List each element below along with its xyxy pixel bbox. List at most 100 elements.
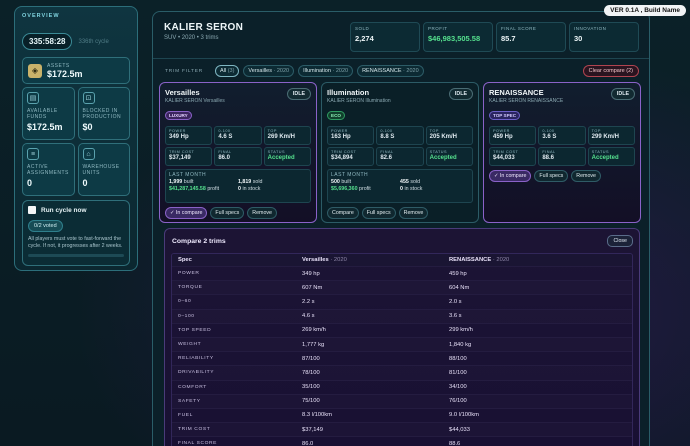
filter-chip-illumination[interactable]: Illumination · 2020 (298, 65, 354, 77)
chip-label: Illumination (303, 68, 331, 74)
trim-b-year: · 2020 (492, 257, 510, 263)
row-trim-b: 299 km/h (449, 327, 473, 334)
spec-0-100: 0-100 4.6 S (214, 126, 262, 145)
trim-badge: LUXURY (165, 111, 192, 120)
compare-panel: Compare 2 trims Close Spec Versailles · … (164, 228, 640, 446)
spec-status: STATUS Accepted (425, 147, 473, 166)
spec-value: $44,033 (493, 155, 515, 161)
run-cycle-checkbox[interactable] (28, 206, 36, 214)
table-header: Spec Versailles · 2020 RENAISSANCE · 202… (172, 254, 632, 267)
spec-label: FINAL (218, 150, 232, 154)
stat-value: 85.7 (501, 34, 516, 43)
chip-count: · 2020 (403, 68, 419, 74)
spec-label: STATUS (429, 150, 448, 154)
trim-a-name: Versailles (302, 257, 329, 263)
row-spec: 0–60 (178, 299, 192, 305)
trim-subtitle: KALIER SERON Versailles (165, 98, 225, 104)
filter-chip-versailles[interactable]: Versailles · 2020 (243, 65, 295, 77)
tile-value: $0 (82, 122, 93, 132)
chip-count: · 2020 (332, 68, 349, 74)
row-trim-a: 4.6 s (302, 313, 315, 320)
tile-label: PRODUCTION (82, 114, 122, 120)
col-trim-b: RENAISSANCE · 2020 (449, 257, 632, 263)
spec-0-100: 0-100 3.6 S (538, 126, 586, 145)
full-specs-button[interactable]: Full specs (361, 207, 396, 219)
status-badge: IDLE (610, 88, 635, 100)
run-cycle-label[interactable]: Run cycle now (41, 207, 87, 214)
full-specs-button[interactable]: Full specs (210, 207, 245, 219)
model-panel: KALIER SERON SUV • 2020 • 3 trims SOLD 2… (152, 11, 650, 446)
row-trim-b: 88/100 (449, 355, 467, 362)
clear-compare-button[interactable]: Clear compare (2) (582, 65, 639, 77)
stat-innovation: INNOVATION 30 (569, 22, 639, 52)
in-compare-button[interactable]: ✓ In compare (489, 170, 532, 182)
row-trim-a: 35/100 (302, 384, 320, 391)
sold-value: 1,819 (238, 179, 252, 185)
trim-card-illumination[interactable]: Illumination KALIER SERON Illumination E… (321, 82, 479, 223)
last-month-box: LAST MONTH 500 built 455 sold $5,696,360… (327, 169, 473, 203)
built-value: 500 (331, 179, 340, 185)
spec-value: Accepted (591, 155, 619, 161)
stock-label: in stock (404, 186, 423, 192)
spec-value: 299 Km/H (591, 134, 620, 140)
remove-button[interactable]: Remove (571, 170, 601, 182)
trim-name: Versailles (165, 88, 200, 97)
spec-label: POWER (169, 129, 186, 133)
assets-value: $172.5m (47, 68, 83, 79)
tile-value: $172.5m (27, 122, 63, 132)
spec-value: 3.6 S (542, 134, 557, 140)
row-trim-a: 2.2 s (302, 298, 315, 305)
remove-button[interactable]: Remove (398, 207, 429, 219)
spec-label: TRIM COST (331, 150, 357, 154)
stock-line: 0 in stock (238, 186, 307, 193)
profit-label: profit (207, 186, 220, 192)
stock-label: in stock (242, 186, 261, 192)
tile-blocked-production: ⊡ BLOCKED IN PRODUCTION $0 (77, 87, 130, 140)
row-trim-a: 75/100 (302, 398, 320, 405)
spec-value: 82.6 (380, 155, 393, 161)
stat-label: SOLD (355, 26, 370, 31)
spec-power: POWER 349 Hp (165, 126, 213, 145)
filter-chip-renaissance[interactable]: RENAISSANCE · 2020 (357, 65, 424, 77)
last-month-label: LAST MONTH (331, 172, 369, 178)
spec-value: 459 Hp (493, 134, 513, 140)
col-trim-a: Versailles · 2020 (302, 257, 449, 263)
row-trim-b: 2.0 s (449, 298, 462, 305)
stat-sold: SOLD 2,274 (350, 22, 420, 52)
filter-chip-all[interactable]: All (3) (215, 65, 240, 77)
table-row: 0–60 2.2 s 2.0 s (172, 295, 632, 310)
chip-label: RENAISSANCE (362, 68, 402, 74)
spec-label: STATUS (267, 150, 286, 154)
remove-button[interactable]: Remove (247, 207, 277, 219)
spec-value: 205 Km/H (429, 134, 458, 140)
spec-label: TOP (267, 129, 277, 133)
trim-card-versailles[interactable]: Versailles KALIER SERON Versailles LUXUR… (159, 82, 317, 223)
spec-status: STATUS Accepted (263, 147, 311, 166)
trim-card-renaissance[interactable]: RENAISSANCE KALIER SERON RENAISSANCE TOP… (483, 82, 641, 223)
spec-top: TOP 299 Km/H (587, 126, 635, 145)
close-compare-button[interactable]: Close (607, 235, 633, 247)
spec-trim-cost: TRIM COST $34,894 (327, 147, 375, 166)
clipboard-icon: ≡ (27, 148, 39, 160)
chip-count: (3) (227, 68, 235, 74)
spec-label: 0-100 (218, 129, 231, 133)
chip-count: · 2020 (273, 68, 290, 74)
compare-button[interactable]: Compare (327, 207, 359, 219)
spec-label: TOP (429, 129, 439, 133)
trim-subtitle: KALIER SERON Illumination (327, 98, 391, 104)
sold-line: 1,819 sold (238, 179, 307, 186)
last-month-label: LAST MONTH (169, 172, 207, 178)
spec-label: 0-100 (380, 129, 393, 133)
sold-label: sold (410, 179, 421, 185)
in-compare-button[interactable]: ✓ In compare (165, 207, 208, 219)
model-subtitle: SUV • 2020 • 3 trims (164, 35, 219, 41)
table-row: 0–100 4.6 s 3.6 s (172, 310, 632, 324)
row-trim-a: 78/100 (302, 369, 320, 376)
tile-label: ASSIGNMENTS (27, 170, 69, 176)
spec-trim-cost: TRIM COST $44,033 (489, 147, 537, 166)
cycle-count: 336th cycle (78, 38, 109, 45)
built-line: 1,999 built (169, 179, 238, 186)
tile-value: 0 (27, 178, 33, 188)
full-specs-button[interactable]: Full specs (534, 170, 569, 182)
spec-final: FINAL 88.6 (538, 147, 586, 166)
